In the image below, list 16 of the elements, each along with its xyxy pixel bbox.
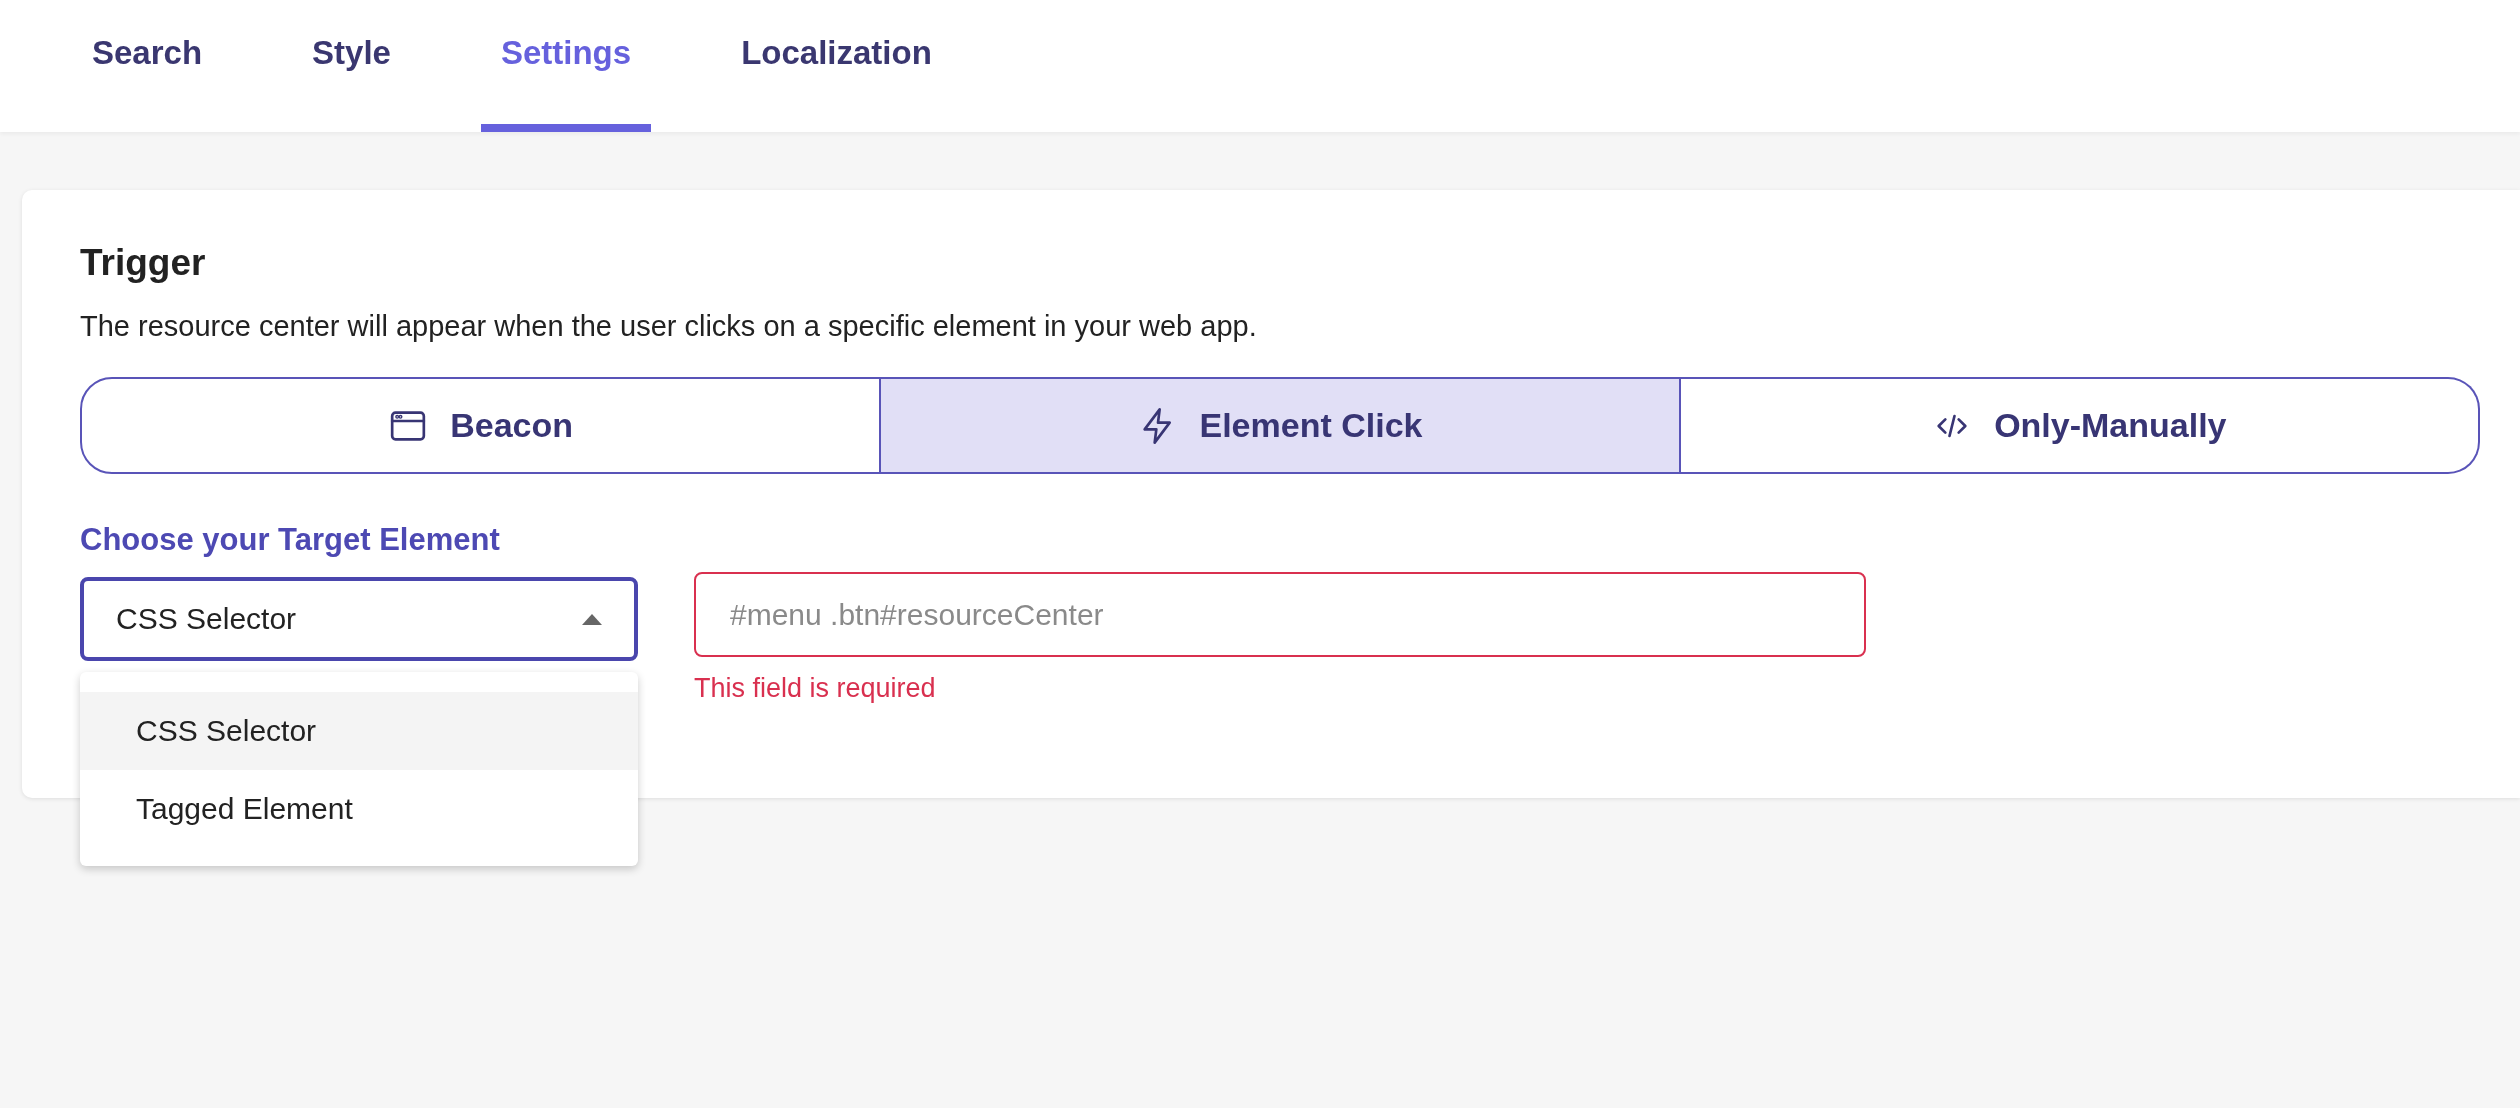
- section-title: Trigger: [80, 242, 207, 284]
- tab[interactable]: Settings: [480, 0, 652, 132]
- section-description: The resource center will appear when the user clicks on a specific element in your web app.: [80, 310, 1258, 343]
- target-select[interactable]: CSS Selector: [80, 577, 638, 661]
- caret-icon: [580, 612, 604, 626]
- error-message: This field is required: [694, 673, 937, 704]
- dropdown-option[interactable]: CSS Selector: [80, 692, 638, 770]
- tab[interactable]: Style: [292, 0, 411, 132]
- dropdown-option[interactable]: Tagged Element: [80, 770, 638, 848]
- field-label: Choose your Target Element: [80, 522, 501, 558]
- tab[interactable]: Search: [72, 0, 223, 132]
- trigger-option[interactable]: Only-Manually: [1680, 377, 2480, 474]
- selector-input[interactable]: #menu .btn#resourceCenter: [694, 572, 1866, 657]
- trigger-option[interactable]: Beacon: [80, 377, 882, 474]
- tab[interactable]: Localization: [721, 0, 952, 132]
- trigger-option[interactable]: Element Click: [881, 377, 1681, 474]
